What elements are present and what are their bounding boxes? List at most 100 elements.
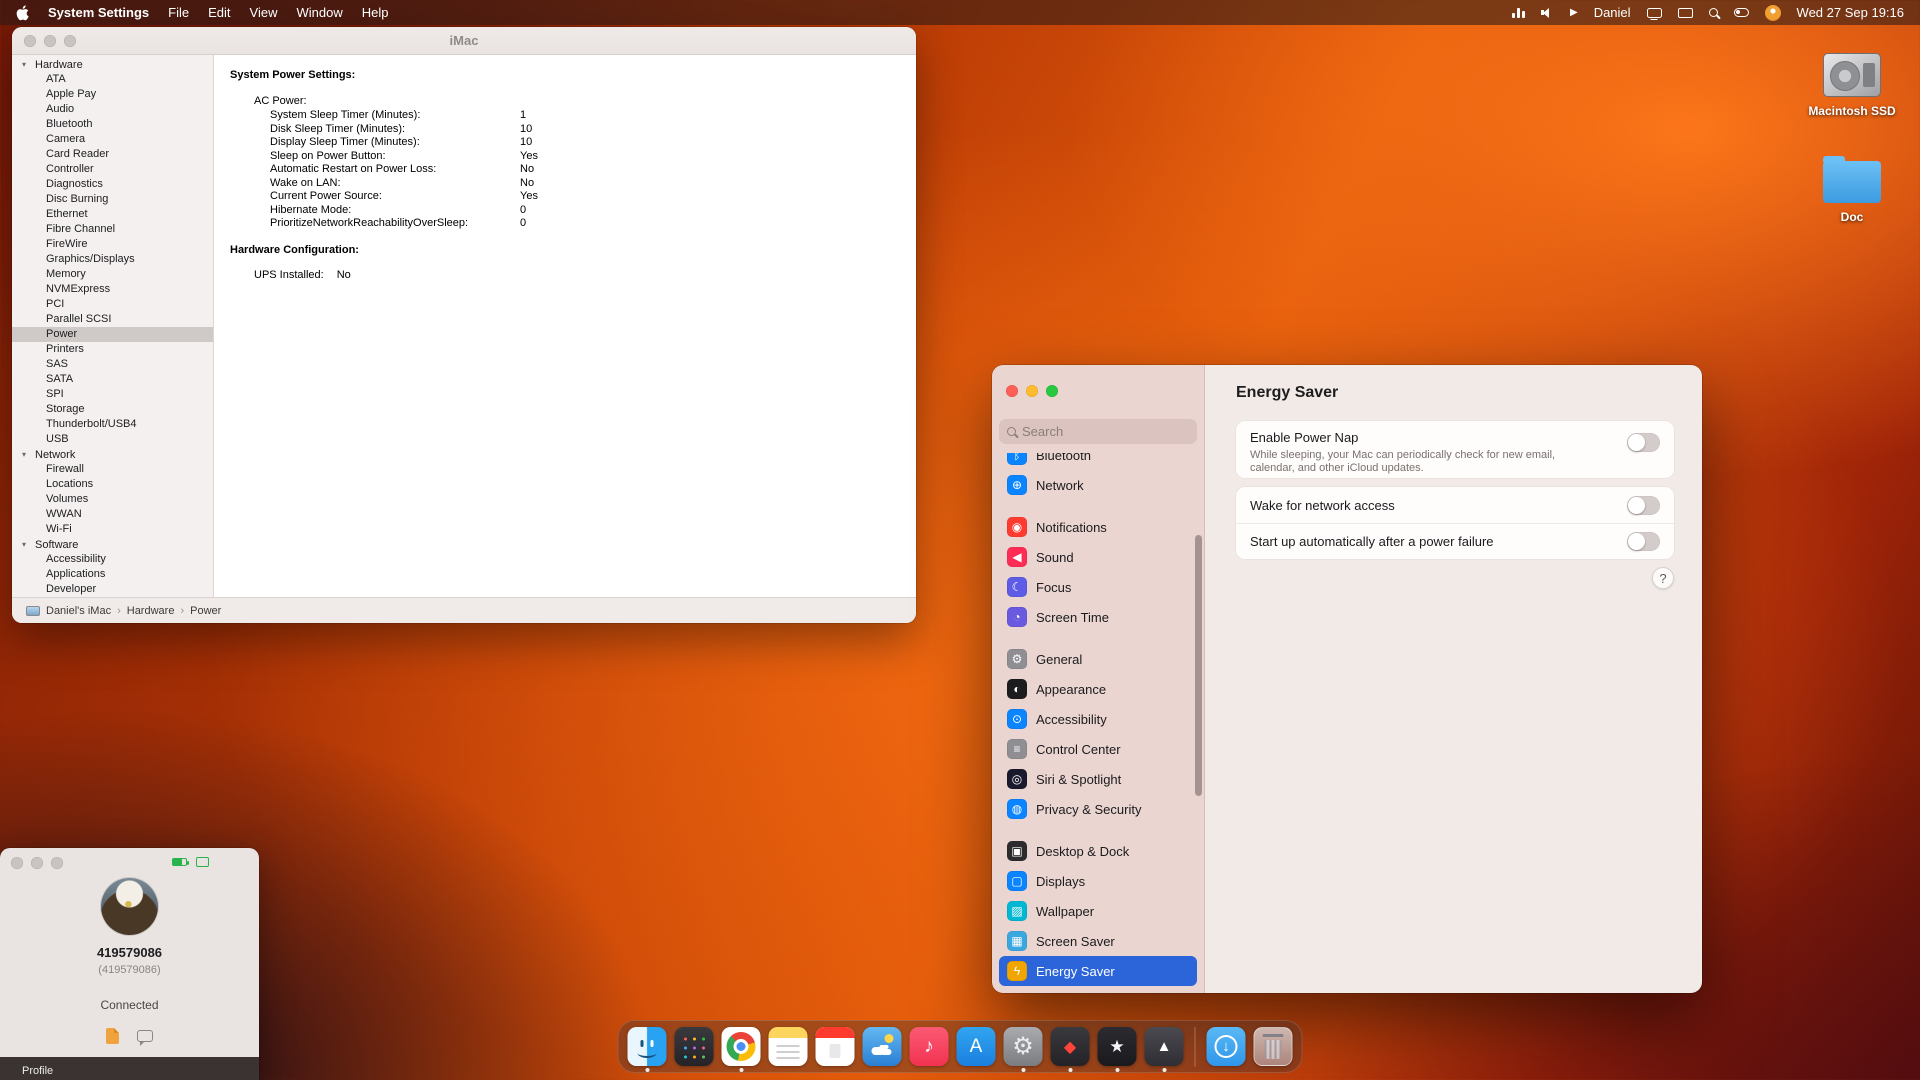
sidebar-item-wallpaper[interactable]: ▨ Wallpaper xyxy=(999,896,1197,926)
tree-item-locations[interactable]: Locations xyxy=(12,477,213,492)
wake-for-network-access-toggle[interactable] xyxy=(1627,495,1660,515)
tree-item-sas[interactable]: SAS xyxy=(12,357,213,372)
sidebar-item-accessibility[interactable]: ⊙ Accessibility xyxy=(999,704,1197,734)
help-button[interactable]: ? xyxy=(1652,567,1674,589)
menubar-clock[interactable]: Wed 27 Sep 19:16 xyxy=(1797,5,1904,20)
breadcrumb-item-hardware[interactable]: Hardware xyxy=(127,605,175,617)
close-button[interactable] xyxy=(11,857,23,869)
tree-item-firewall[interactable]: Firewall xyxy=(12,462,213,477)
close-button[interactable] xyxy=(24,35,36,47)
sidebar-item-focus[interactable]: ☾ Focus xyxy=(999,572,1197,602)
sidebar-item-displays[interactable]: ▢ Displays xyxy=(999,866,1197,896)
display-icon[interactable] xyxy=(1646,7,1662,18)
file-transfer-icon[interactable] xyxy=(106,1028,119,1044)
tree-item-thunderbolt-usb4[interactable]: Thunderbolt/USB4 xyxy=(12,417,213,432)
tree-item-camera[interactable]: Camera xyxy=(12,132,213,147)
sidebar-item-energy-saver[interactable]: ϟ Energy Saver xyxy=(999,956,1197,986)
tree-item-ata[interactable]: ATA xyxy=(12,72,213,87)
menu-help[interactable]: Help xyxy=(362,5,389,20)
tree-item-storage[interactable]: Storage xyxy=(12,402,213,417)
menubar-username[interactable]: Daniel xyxy=(1594,5,1631,20)
menu-view[interactable]: View xyxy=(250,5,278,20)
user-avatar-icon[interactable] xyxy=(1764,4,1781,21)
minimize-button[interactable] xyxy=(44,35,56,47)
close-button[interactable] xyxy=(1006,385,1018,397)
start-up-automatically-after-a-power-failure-toggle[interactable] xyxy=(1627,532,1660,551)
chat-icon[interactable] xyxy=(137,1030,153,1046)
keyboard-icon[interactable] xyxy=(1677,7,1693,18)
dock-item-settings[interactable]: ⚙ xyxy=(1003,1027,1043,1066)
tree-item-sata[interactable]: SATA xyxy=(12,372,213,387)
dock-item-calendar[interactable] xyxy=(815,1027,855,1066)
stats-icon[interactable] xyxy=(1511,7,1525,18)
sidebar-item-screen-time[interactable]: ◔ Screen Time xyxy=(999,602,1197,632)
control-center-icon[interactable] xyxy=(1733,8,1749,17)
apple-menu-icon[interactable] xyxy=(16,4,29,21)
tree-item-audio[interactable]: Audio xyxy=(12,102,213,117)
sidebar-item-desktop-dock[interactable]: ▣ Desktop & Dock xyxy=(999,836,1197,866)
sidebar-item-network[interactable]: ⊕ Network xyxy=(999,470,1197,500)
dock-item-chrome[interactable] xyxy=(721,1027,761,1066)
power-nap-toggle[interactable] xyxy=(1627,433,1660,452)
dock-item-weather[interactable] xyxy=(862,1027,902,1066)
dock-item-downloads[interactable]: ↓ xyxy=(1206,1027,1246,1066)
sidebar-item-notifications[interactable]: ◉ Notifications xyxy=(999,512,1197,542)
tree-item-fibre-channel[interactable]: Fibre Channel xyxy=(12,222,213,237)
profile-tab[interactable]: Profile xyxy=(22,1065,53,1077)
play-icon[interactable]: ▶ xyxy=(1570,0,1578,25)
volume-icon[interactable] xyxy=(1540,7,1554,19)
tree-item-pci[interactable]: PCI xyxy=(12,297,213,312)
menu-file[interactable]: File xyxy=(168,5,189,20)
tree-item-ethernet[interactable]: Ethernet xyxy=(12,207,213,222)
tree-item-diagnostics[interactable]: Diagnostics xyxy=(12,177,213,192)
zoom-button[interactable] xyxy=(64,35,76,47)
breadcrumb-item-daniel-s-imac[interactable]: Daniel's iMac xyxy=(46,605,111,617)
tree-item-apple-pay[interactable]: Apple Pay xyxy=(12,87,213,102)
breadcrumb-item-power[interactable]: Power xyxy=(190,605,221,617)
tree-item-nvmexpress[interactable]: NVMExpress xyxy=(12,282,213,297)
zoom-button[interactable] xyxy=(1046,385,1058,397)
dock-item-finder[interactable] xyxy=(627,1027,667,1066)
tree-item-wwan[interactable]: WWAN xyxy=(12,507,213,522)
sidebar-item-screen-saver[interactable]: ▦ Screen Saver xyxy=(999,926,1197,956)
dock-item-launchpad[interactable] xyxy=(674,1027,714,1066)
tree-item-parallel-scsi[interactable]: Parallel SCSI xyxy=(12,312,213,327)
tree-section-network[interactable]: ▾ Network xyxy=(12,447,213,462)
sidebar-item-control-center[interactable]: ≡ Control Center xyxy=(999,734,1197,764)
sidebar-item-privacy-security[interactable]: ◍ Privacy & Security xyxy=(999,794,1197,824)
tree-item-spi[interactable]: SPI xyxy=(12,387,213,402)
tree-item-volumes[interactable]: Volumes xyxy=(12,492,213,507)
sidebar-item-sound[interactable]: ◀ Sound xyxy=(999,542,1197,572)
active-app-name[interactable]: System Settings xyxy=(48,5,149,20)
minimize-button[interactable] xyxy=(31,857,43,869)
dock-item-app-red[interactable]: ◆ xyxy=(1050,1027,1090,1066)
tree-section-hardware[interactable]: ▾ Hardware xyxy=(12,57,213,72)
sidebar-item-bluetooth[interactable]: ᛒ Bluetooth xyxy=(999,453,1197,470)
tree-item-developer[interactable]: Developer xyxy=(12,582,213,597)
desktop-icon-macintosh-ssd[interactable]: Macintosh SSD xyxy=(1792,53,1912,118)
tree-item-printers[interactable]: Printers xyxy=(12,342,213,357)
dock-item-app-star[interactable]: ★ xyxy=(1097,1027,1137,1066)
tree-item-graphics-displays[interactable]: Graphics/Displays xyxy=(12,252,213,267)
dock-item-app-dark[interactable]: ▲ xyxy=(1144,1027,1184,1066)
tree-item-usb[interactable]: USB xyxy=(12,432,213,447)
sidebar-item-siri-spotlight[interactable]: ◎ Siri & Spotlight xyxy=(999,764,1197,794)
dock-item-music[interactable]: ♪ xyxy=(909,1027,949,1066)
sidebar-item-appearance[interactable]: ◐ Appearance xyxy=(999,674,1197,704)
desktop-icon-doc[interactable]: Doc xyxy=(1792,156,1912,224)
scrollbar[interactable] xyxy=(1195,535,1202,796)
tree-section-software[interactable]: ▾ Software xyxy=(12,537,213,552)
menu-edit[interactable]: Edit xyxy=(208,5,230,20)
tree-item-bluetooth[interactable]: Bluetooth xyxy=(12,117,213,132)
dock-item-appstore[interactable]: A xyxy=(956,1027,996,1066)
zoom-button[interactable] xyxy=(51,857,63,869)
settings-search-field[interactable]: Search xyxy=(999,419,1197,444)
info-window-titlebar[interactable]: iMac xyxy=(12,27,916,55)
tree-item-controller[interactable]: Controller xyxy=(12,162,213,177)
dock-item-notes[interactable] xyxy=(768,1027,808,1066)
tree-item-accessibility[interactable]: Accessibility xyxy=(12,552,213,567)
tree-item-applications[interactable]: Applications xyxy=(12,567,213,582)
tree-item-memory[interactable]: Memory xyxy=(12,267,213,282)
tree-item-disc-burning[interactable]: Disc Burning xyxy=(12,192,213,207)
dock-item-trash[interactable] xyxy=(1253,1027,1293,1066)
